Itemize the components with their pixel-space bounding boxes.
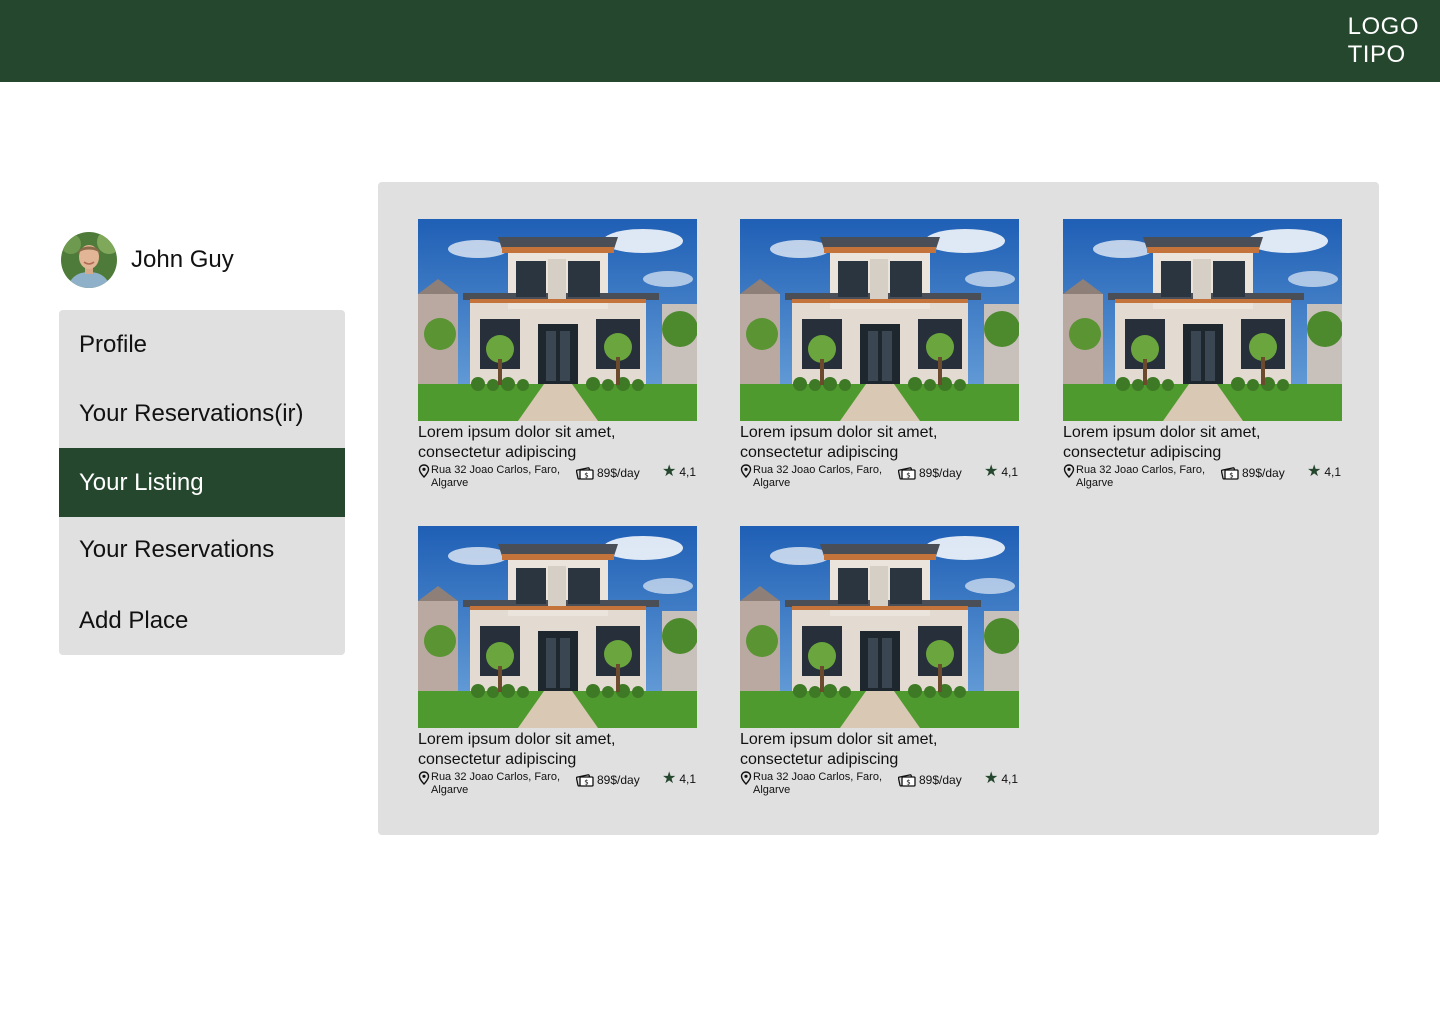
svg-text:$: $ [906, 472, 910, 480]
listing-photo [1063, 219, 1342, 421]
cash-icon: $ [1221, 467, 1239, 480]
listing-meta: Rua 32 Joao Carlos, Faro, Algarve $ 89$/… [418, 464, 698, 492]
star-icon: ★ [662, 463, 677, 480]
listing-price-text: 89$/day [597, 466, 640, 480]
listing-address: Rua 32 Joao Carlos, Faro, Algarve [418, 771, 568, 797]
listings-panel: Lorem ipsum dolor sit amet, consectetur … [378, 182, 1379, 835]
menu-item-profile[interactable]: Profile [59, 310, 345, 379]
cash-icon: $ [898, 774, 916, 787]
menu-item-add-place[interactable]: Add Place [59, 586, 345, 655]
listing-price-text: 89$/day [1242, 466, 1285, 480]
cash-icon: $ [898, 467, 916, 480]
listing-rating: ★ 4,1 [662, 464, 696, 480]
listing-card[interactable]: Lorem ipsum dolor sit amet, consectetur … [740, 526, 1020, 798]
listing-title: Lorem ipsum dolor sit amet, consectetur … [418, 731, 616, 768]
user-name: John Guy [131, 246, 234, 273]
listing-meta: Rua 32 Joao Carlos, Faro, Algarve $ 89$/… [418, 771, 698, 799]
listing-price: $ 89$/day [1221, 465, 1285, 481]
listing-price: $ 89$/day [576, 772, 640, 788]
listing-photo [418, 526, 697, 728]
logo-line-2: TIPO [1347, 41, 1406, 68]
cash-icon: $ [576, 467, 594, 480]
map-pin-icon [1063, 464, 1075, 478]
listing-price: $ 89$/day [576, 465, 640, 481]
svg-text:$: $ [906, 779, 910, 787]
avatar[interactable] [61, 232, 117, 288]
sidebar-menu: Profile Your Reservations(ir) Your Listi… [59, 310, 345, 655]
star-icon: ★ [984, 770, 999, 787]
star-icon: ★ [1307, 463, 1322, 480]
logo[interactable]: LOGO TIPO [1348, 13, 1419, 69]
listing-address-text: Rua 32 Joao Carlos, Faro, Algarve [431, 464, 561, 489]
listing-rating: ★ 4,1 [1307, 464, 1341, 480]
map-pin-icon [418, 464, 430, 478]
listing-photo [740, 219, 1019, 421]
user-info: John Guy [61, 232, 234, 288]
svg-text:$: $ [584, 779, 588, 787]
listing-rating: ★ 4,1 [984, 771, 1018, 787]
listing-rating: ★ 4,1 [662, 771, 696, 787]
top-bar: LOGO TIPO [0, 0, 1440, 82]
listing-meta: Rua 32 Joao Carlos, Faro, Algarve $ 89$/… [740, 771, 1020, 799]
listing-price-text: 89$/day [597, 773, 640, 787]
star-icon: ★ [662, 770, 677, 787]
listing-price: $ 89$/day [898, 465, 962, 481]
listing-address: Rua 32 Joao Carlos, Faro, Algarve [1063, 464, 1213, 490]
listing-rating-text: 4,1 [1001, 465, 1019, 479]
listing-meta: Rua 32 Joao Carlos, Faro, Algarve $ 89$/… [740, 464, 1020, 492]
listing-card[interactable]: Lorem ipsum dolor sit amet, consectetur … [418, 526, 698, 798]
menu-item-your-reservations-ir[interactable]: Your Reservations(ir) [59, 379, 345, 448]
map-pin-icon [418, 771, 430, 785]
listing-address-text: Rua 32 Joao Carlos, Faro, Algarve [1076, 464, 1206, 489]
listing-rating-text: 4,1 [679, 465, 697, 479]
star-icon: ★ [984, 463, 999, 480]
menu-item-your-reservations[interactable]: Your Reservations [59, 515, 345, 584]
listing-rating: ★ 4,1 [984, 464, 1018, 480]
listing-photo [740, 526, 1019, 728]
listing-card[interactable]: Lorem ipsum dolor sit amet, consectetur … [740, 219, 1020, 491]
listing-title: Lorem ipsum dolor sit amet, consectetur … [740, 424, 938, 461]
listing-price-text: 89$/day [919, 466, 962, 480]
listing-price-text: 89$/day [919, 773, 962, 787]
listing-card[interactable]: Lorem ipsum dolor sit amet, consectetur … [418, 219, 698, 491]
listing-address-text: Rua 32 Joao Carlos, Faro, Algarve [431, 771, 561, 796]
listing-title: Lorem ipsum dolor sit amet, consectetur … [418, 424, 616, 461]
svg-text:$: $ [1229, 472, 1233, 480]
listing-meta: Rua 32 Joao Carlos, Faro, Algarve $ 89$/… [1063, 464, 1343, 492]
listing-address: Rua 32 Joao Carlos, Faro, Algarve [740, 771, 890, 797]
menu-item-your-listing[interactable]: Your Listing [59, 448, 345, 517]
listing-rating-text: 4,1 [1001, 772, 1019, 786]
listing-address: Rua 32 Joao Carlos, Faro, Algarve [418, 464, 568, 490]
listing-photo [418, 219, 697, 421]
listing-address: Rua 32 Joao Carlos, Faro, Algarve [740, 464, 890, 490]
map-pin-icon [740, 771, 752, 785]
listing-address-text: Rua 32 Joao Carlos, Faro, Algarve [753, 771, 883, 796]
listing-title: Lorem ipsum dolor sit amet, consectetur … [740, 731, 938, 768]
listing-title: Lorem ipsum dolor sit amet, consectetur … [1063, 424, 1261, 461]
logo-line-1: LOGO [1347, 13, 1419, 40]
listing-rating-text: 4,1 [679, 772, 697, 786]
listing-price: $ 89$/day [898, 772, 962, 788]
cash-icon: $ [576, 774, 594, 787]
map-pin-icon [740, 464, 752, 478]
listing-card[interactable]: Lorem ipsum dolor sit amet, consectetur … [1063, 219, 1343, 491]
listing-address-text: Rua 32 Joao Carlos, Faro, Algarve [753, 464, 883, 489]
listing-rating-text: 4,1 [1324, 465, 1342, 479]
svg-text:$: $ [584, 472, 588, 480]
